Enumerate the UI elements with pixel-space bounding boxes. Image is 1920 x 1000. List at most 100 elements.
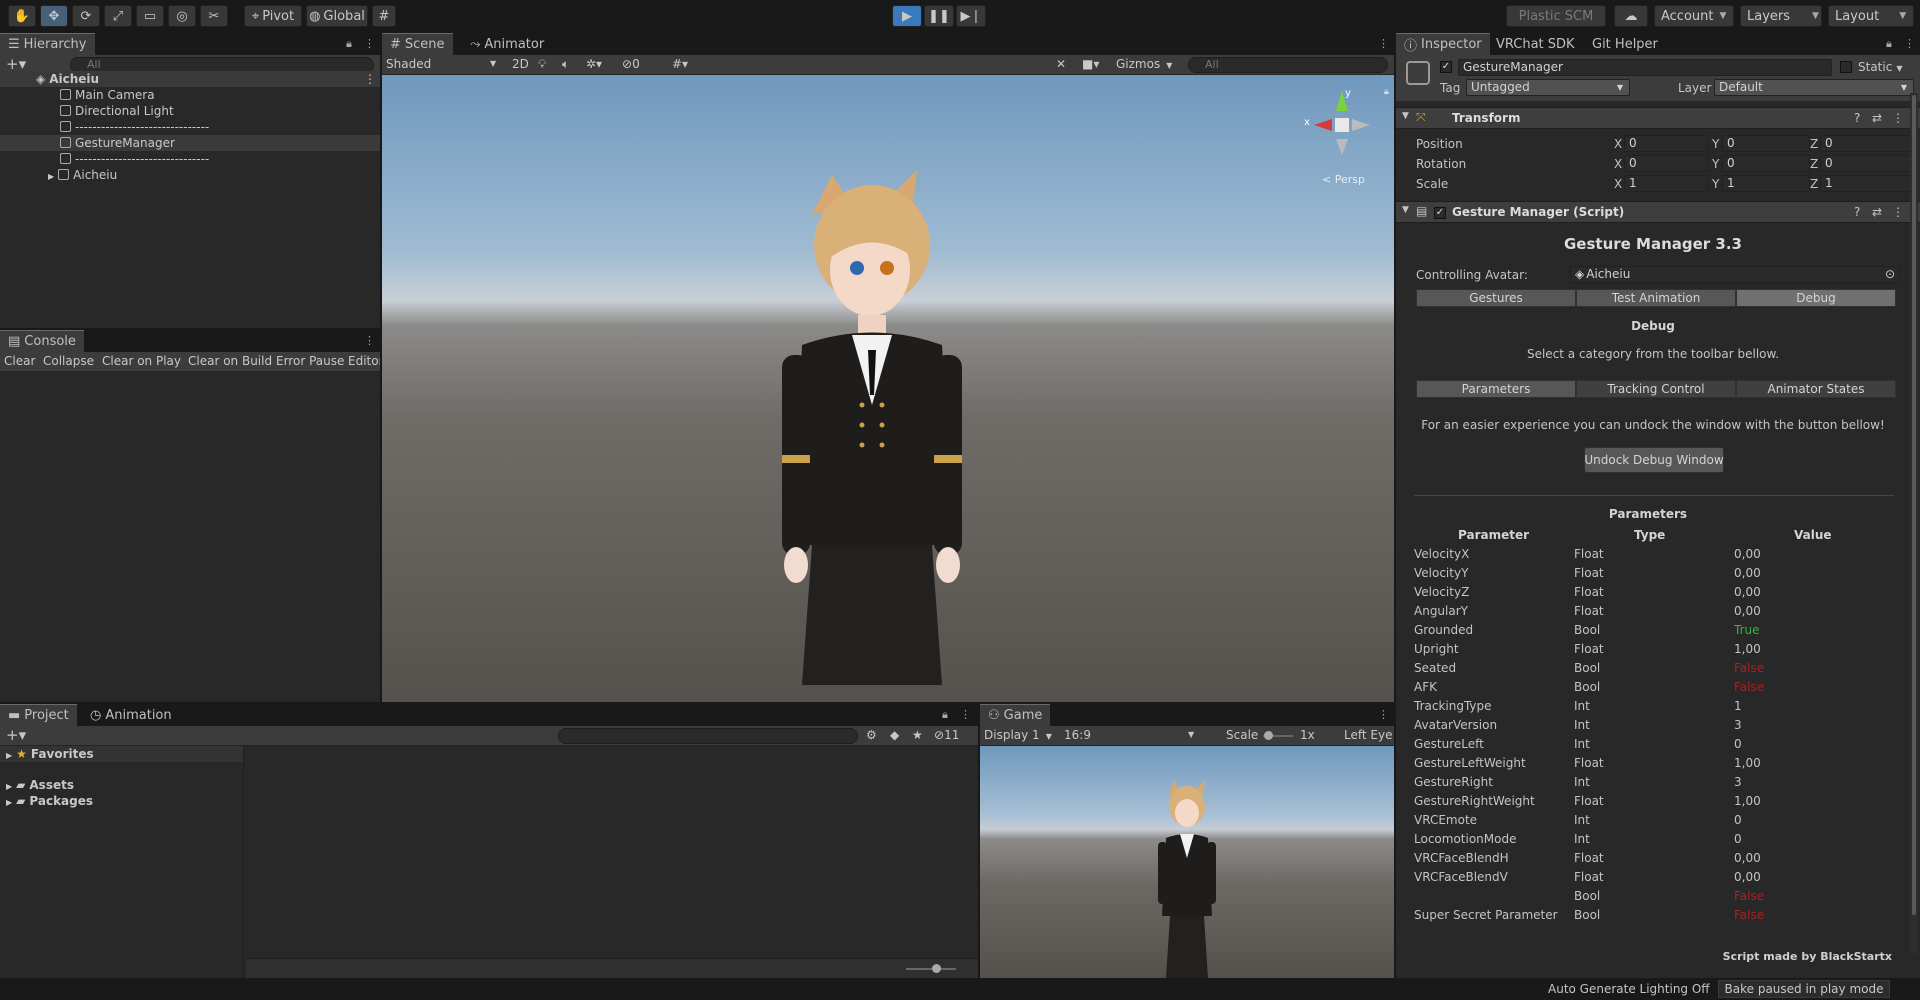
object-picker-icon[interactable]: ⊙ (1885, 267, 1895, 282)
gesture-manager-header[interactable]: ▼ ▤ ✓ Gesture Manager (Script) ? ⇄ ⋮ (1396, 201, 1920, 223)
param-value[interactable]: 0,00 (1734, 583, 1761, 602)
plastic-scm-button[interactable]: Plastic SCM (1506, 5, 1606, 27)
position-x-field[interactable]: 0 (1624, 135, 1708, 152)
grid-snap-icon[interactable]: # (372, 5, 396, 27)
object-name-field[interactable]: GestureManager (1458, 59, 1832, 76)
kebab-menu-icon[interactable]: ⋮ (364, 71, 376, 87)
scene-viewport[interactable]: y x 🔒︎ < Persp (382, 75, 1394, 702)
camera-icon[interactable]: ■▾ (1082, 57, 1099, 71)
project-search-input[interactable] (558, 728, 858, 744)
gizmos-dropdown[interactable]: Gizmos ▼ (1116, 57, 1172, 71)
lock-icon[interactable]: 🔒︎ (346, 37, 352, 51)
param-value[interactable]: 0,00 (1734, 564, 1761, 583)
hierarchy-root-row[interactable]: ◈ Aicheiu ⋮ (0, 71, 380, 87)
layout-dropdown[interactable]: Layout ▼ (1828, 5, 1914, 27)
eye-dropdown[interactable]: Left Eye (1344, 728, 1392, 742)
lighting-status[interactable]: Auto Generate Lighting Off (1548, 982, 1710, 996)
play-button[interactable]: ▶ (892, 5, 922, 27)
aspect-dropdown[interactable]: 16:9 ▼ (1064, 728, 1196, 742)
tab-project[interactable]: ▬ Project (0, 704, 77, 726)
animator-states-subtab-button[interactable]: Animator States (1736, 380, 1896, 398)
tools-icon[interactable]: ✕ (1056, 57, 1066, 71)
2d-toggle[interactable]: 2D (512, 57, 529, 71)
cloud-icon[interactable]: ☁ (1614, 5, 1648, 27)
hierarchy-item[interactable]: Main Camera (0, 87, 380, 103)
kebab-menu-icon[interactable]: ⋮ (1378, 37, 1389, 50)
controlling-avatar-field[interactable]: ◈ Aicheiu ⊙ (1570, 266, 1900, 283)
gestures-tab-button[interactable]: Gestures (1416, 289, 1576, 307)
scene-search-input[interactable]: All (1188, 57, 1388, 73)
kebab-menu-icon[interactable]: ⋮ (1892, 111, 1904, 125)
zoom-slider-track[interactable] (906, 968, 956, 970)
favorites-row[interactable]: ▶ ★ Favorites (0, 746, 243, 762)
account-dropdown[interactable]: Account ▼ (1654, 5, 1734, 27)
param-value[interactable]: False (1734, 678, 1764, 697)
expand-arrow-icon[interactable]: ▶ (6, 751, 12, 760)
kebab-menu-icon[interactable]: ⋮ (1378, 708, 1389, 721)
pivot-button[interactable]: ⌖ Pivot (244, 5, 302, 27)
param-value[interactable]: 0 (1734, 811, 1742, 830)
tab-scene[interactable]: # Scene (382, 33, 453, 55)
param-value[interactable]: 1 (1734, 697, 1742, 716)
expand-arrow-icon[interactable]: ▼ (1402, 111, 1409, 121)
scene-orientation-gizmo[interactable] (1302, 83, 1382, 173)
avatar-figure[interactable] (382, 75, 1394, 702)
add-icon[interactable]: +▾ (6, 726, 26, 744)
hidden-objects-toggle[interactable]: ⊘0 (622, 57, 640, 71)
tab-vrchat-sdk[interactable]: VRChat SDK (1488, 33, 1583, 55)
param-value[interactable]: False (1734, 887, 1764, 906)
grid-toggle-icon[interactable]: #▾ (672, 57, 688, 71)
rotation-x-field[interactable]: 0 (1624, 155, 1708, 172)
param-value[interactable]: 0,00 (1734, 849, 1761, 868)
static-dropdown[interactable]: Static ▼ (1858, 60, 1902, 74)
kebab-menu-icon[interactable]: ⋮ (960, 708, 971, 721)
tag-dropdown[interactable]: Untagged ▼ (1466, 79, 1630, 96)
param-value[interactable]: 3 (1734, 773, 1742, 792)
lock-icon[interactable]: 🔒︎ (1384, 87, 1389, 97)
assets-row[interactable]: ▶ ▰ Assets (0, 777, 243, 793)
scale-x-field[interactable]: 1 (1624, 175, 1708, 192)
debug-tab-button[interactable]: Debug (1736, 289, 1896, 307)
position-y-field[interactable]: 0 (1722, 135, 1810, 152)
tab-game[interactable]: ⚇ Game (980, 704, 1051, 726)
scale-y-field[interactable]: 1 (1722, 175, 1810, 192)
custom-tool-icon[interactable]: ✂ (200, 5, 228, 27)
parameters-subtab-button[interactable]: Parameters (1416, 380, 1576, 398)
presets-icon[interactable]: ⇄ (1872, 205, 1882, 219)
tab-animation[interactable]: ◷ Animation (82, 704, 180, 726)
rect-tool-icon[interactable]: ▭ (136, 5, 164, 27)
param-value[interactable]: False (1734, 659, 1764, 678)
lock-icon[interactable]: 🔒︎ (1886, 37, 1892, 51)
filter-type-icon[interactable]: ⚙ (866, 728, 877, 742)
game-viewport[interactable] (980, 746, 1394, 978)
rotation-y-field[interactable]: 0 (1722, 155, 1810, 172)
active-checkbox[interactable]: ✓ (1440, 61, 1452, 73)
scrollbar-thumb[interactable] (1912, 95, 1916, 915)
kebab-menu-icon[interactable]: ⋮ (364, 37, 375, 50)
effects-toggle-icon[interactable]: ✲▾ (586, 57, 602, 71)
star-icon[interactable]: ★ (912, 728, 923, 742)
hand-tool-icon[interactable]: ✋ (8, 5, 36, 27)
expand-arrow-icon[interactable]: ▶ (6, 798, 12, 807)
hierarchy-item[interactable]: ------------------------------- (0, 151, 380, 167)
projection-toggle[interactable]: < Persp (1322, 173, 1365, 186)
param-value[interactable]: 0 (1734, 735, 1742, 754)
test-animation-tab-button[interactable]: Test Animation (1576, 289, 1736, 307)
param-value[interactable]: 0 (1734, 830, 1742, 849)
audio-toggle-icon[interactable]: 🔈︎ (562, 57, 569, 72)
lock-icon[interactable]: 🔒︎ (942, 708, 948, 722)
help-icon[interactable]: ? (1854, 111, 1860, 125)
tab-inspector[interactable]: ⓘ Inspector (1396, 33, 1490, 55)
clear-button[interactable]: Clear (4, 354, 35, 368)
param-value[interactable]: 3 (1734, 716, 1742, 735)
inspector-scrollbar[interactable] (1910, 93, 1918, 953)
kebab-menu-icon[interactable]: ⋮ (364, 334, 375, 347)
move-tool-icon[interactable]: ✥ (40, 5, 68, 27)
step-button[interactable]: ▶❘ (956, 5, 986, 27)
hierarchy-item[interactable]: ▶ Aicheiu (0, 167, 380, 183)
static-checkbox[interactable] (1840, 61, 1852, 73)
expand-arrow-icon[interactable]: ▶ (48, 172, 54, 181)
tab-git-helper[interactable]: Git Helper (1584, 33, 1666, 55)
hierarchy-item[interactable]: GestureManager (0, 135, 380, 151)
hidden-packages-toggle[interactable]: ⊘11 (934, 728, 959, 742)
